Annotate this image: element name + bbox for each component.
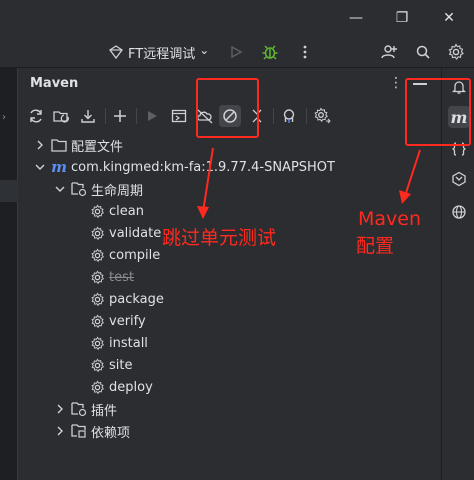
lifecycle-phase-clean[interactable]: clean (89, 200, 144, 222)
run-config-icon (108, 44, 124, 60)
chevron-down-icon: ⌄ (199, 43, 210, 57)
phase-gear-icon (89, 379, 105, 395)
tree-item-label: 插件 (91, 403, 118, 419)
plugins-folder-icon (71, 401, 87, 417)
folder-icon (51, 137, 67, 153)
phase-label: clean (109, 203, 144, 219)
toolbar-separator (136, 108, 137, 124)
panel-title: Maven (30, 76, 79, 91)
lifecycle-phase-compile[interactable]: compile (89, 244, 160, 266)
phase-gear-icon (89, 247, 105, 263)
phase-label-skipped: test (109, 269, 134, 285)
chevron-down-icon[interactable] (53, 182, 67, 196)
lifecycle-phase-site[interactable]: site (89, 354, 132, 376)
tree-item-plugins[interactable]: 插件 (53, 398, 117, 420)
reload-project-icon[interactable] (51, 105, 73, 127)
run-config-selector[interactable]: FT远程调试 ⌄ (108, 41, 209, 63)
lifecycle-phase-test[interactable]: test (89, 266, 134, 288)
lifecycle-phase-validate[interactable]: validate (89, 222, 161, 244)
run-config-label: FT远程调试 (128, 46, 196, 62)
phase-gear-icon (89, 335, 105, 351)
globe-icon[interactable] (448, 201, 470, 223)
tree-item-config-files[interactable]: 配置文件 (33, 134, 123, 156)
maven-project-icon: m (51, 158, 67, 176)
panel-options-icon[interactable]: ⋮ (389, 75, 403, 91)
tree-item-label: com.kingmed:km-fa:1.9.77.4-SNAPSHOT (71, 159, 335, 175)
toolbar-separator (306, 108, 307, 124)
phase-gear-icon (89, 313, 105, 329)
phase-label: validate (109, 225, 162, 241)
run-icon[interactable] (226, 42, 246, 62)
phase-label: install (109, 335, 148, 351)
chevron-right-icon[interactable] (53, 402, 67, 416)
phase-gear-icon (89, 269, 105, 285)
title-bar: — ❐ ✕ (0, 0, 474, 36)
phase-label: site (109, 357, 133, 373)
phase-label: package (109, 291, 164, 307)
lifecycle-phase-deploy[interactable]: deploy (89, 376, 153, 398)
maven-config-highlight-box (405, 78, 471, 146)
minimize-button[interactable]: — (346, 8, 366, 28)
settings-gear-icon[interactable] (446, 42, 466, 62)
chevron-right-icon[interactable] (53, 424, 67, 438)
main-toolbar: FT远程调试 ⌄ (0, 36, 474, 68)
ai-assistant-icon[interactable] (448, 168, 470, 190)
debug-bug-icon[interactable] (260, 42, 280, 62)
add-icon[interactable] (109, 105, 131, 127)
lifecycle-phase-install[interactable]: install (89, 332, 148, 354)
chevron-down-icon[interactable] (33, 160, 47, 174)
tree-item-label: 配置文件 (71, 139, 124, 155)
search-icon[interactable] (413, 42, 433, 62)
restore-button[interactable]: ❐ (392, 8, 412, 28)
lifecycle-phase-verify[interactable]: verify (89, 310, 146, 332)
tree-item-dependencies[interactable]: 依赖项 (53, 420, 130, 442)
maven-config-annotation-line1: Maven (358, 208, 422, 230)
phase-label: verify (109, 313, 146, 329)
editor-gutter: › (0, 68, 18, 480)
toolbar-separator (273, 108, 274, 124)
lifecycle-folder-icon (71, 181, 87, 197)
close-button[interactable]: ✕ (439, 8, 459, 28)
run-maven-icon[interactable] (141, 105, 163, 127)
lifecycle-phase-package[interactable]: package (89, 288, 164, 310)
reload-icon[interactable] (25, 105, 47, 127)
tree-item-lifecycle[interactable]: 生命周期 (53, 178, 143, 200)
download-icon[interactable] (77, 105, 99, 127)
toolbar-separator (105, 108, 106, 124)
phase-gear-icon (89, 291, 105, 307)
maven-settings-gear-icon[interactable] (311, 105, 333, 127)
skip-tests-annotation: 跳过单元测试 (162, 227, 277, 249)
more-vertical-icon[interactable] (295, 42, 315, 62)
gutter-chevron-icon: › (2, 112, 6, 123)
tree-item-label: 生命周期 (91, 183, 144, 199)
phase-label: compile (109, 247, 161, 263)
add-user-icon[interactable] (379, 42, 399, 62)
skip-tests-highlight-box (196, 78, 259, 138)
execute-goal-icon[interactable] (168, 105, 190, 127)
phase-label: deploy (109, 379, 153, 395)
chevron-right-icon[interactable] (33, 138, 47, 152)
tree-item-project[interactable]: m com.kingmed:km-fa:1.9.77.4-SNAPSHOT (33, 156, 335, 178)
gutter-selection (0, 180, 18, 202)
phase-gear-icon (89, 225, 105, 241)
maven-config-annotation-line2: 配置 (356, 235, 395, 257)
show-dependencies-icon[interactable] (278, 105, 300, 127)
dependencies-folder-icon (71, 423, 87, 439)
tree-item-label: 依赖项 (91, 425, 131, 441)
phase-gear-icon (89, 357, 105, 373)
phase-gear-icon (89, 203, 105, 219)
